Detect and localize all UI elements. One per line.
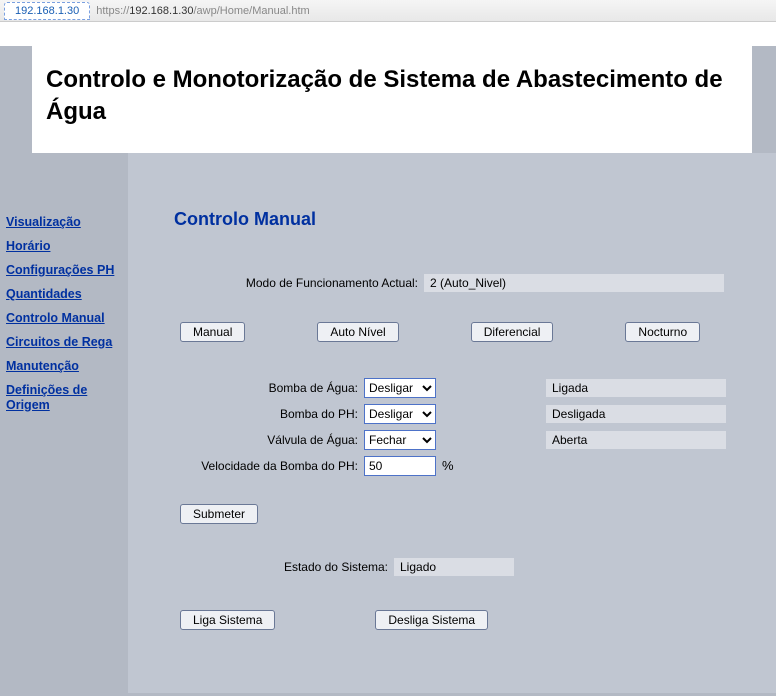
bomba-ph-label: Bomba do PH: — [174, 407, 364, 421]
bomba-ph-select[interactable]: Desligar — [364, 404, 436, 424]
url-bar[interactable]: https://192.168.1.30/awp/Home/Manual.htm — [96, 5, 309, 17]
bomba-agua-select[interactable]: Desligar — [364, 378, 436, 398]
bomba-agua-label: Bomba de Água: — [174, 381, 364, 395]
browser-tab[interactable]: 192.168.1.30 — [4, 2, 90, 20]
content-heading: Controlo Manual — [174, 209, 750, 230]
title-box: Controlo e Monotorização de Sistema de A… — [32, 46, 752, 153]
percent-suffix: % — [442, 458, 454, 473]
valvula-select[interactable]: Fechar — [364, 430, 436, 450]
sidebar-item-controlo-manual[interactable]: Controlo Manual — [6, 311, 124, 326]
valvula-label: Válvula de Água: — [174, 433, 364, 447]
velocidade-label: Velocidade da Bomba do PH: — [174, 459, 364, 473]
url-path: /awp/Home/Manual.htm — [194, 5, 310, 17]
submit-button[interactable]: Submeter — [180, 504, 258, 524]
browser-bar: 192.168.1.30 https://192.168.1.30/awp/Ho… — [0, 0, 776, 22]
sidebar-item-definicoes-origem[interactable]: Definições de Origem — [6, 383, 124, 413]
nocturno-button[interactable]: Nocturno — [625, 322, 700, 342]
velocidade-row: Velocidade da Bomba do PH: % — [174, 456, 750, 476]
url-prefix: https:// — [96, 5, 129, 17]
page-title: Controlo e Monotorização de Sistema de A… — [46, 64, 738, 129]
estado-label: Estado do Sistema: — [174, 560, 394, 574]
url-host: 192.168.1.30 — [129, 5, 193, 17]
sidebar: Visualização Horário Configurações PH Qu… — [0, 153, 128, 422]
tab-label: 192.168.1.30 — [15, 5, 79, 17]
manual-button[interactable]: Manual — [180, 322, 245, 342]
mode-buttons: Manual Auto Nível Diferencial Nocturno — [174, 322, 750, 342]
bomba-agua-status: Ligada — [546, 379, 726, 397]
modo-row: Modo de Funcionamento Actual: 2 (Auto_Ni… — [174, 274, 750, 292]
content: Controlo Manual Modo de Funcionamento Ac… — [128, 153, 776, 693]
estado-row: Estado do Sistema: Ligado — [174, 558, 750, 576]
diferencial-button[interactable]: Diferencial — [471, 322, 554, 342]
sidebar-item-circuitos-rega[interactable]: Circuitos de Rega — [6, 335, 124, 350]
sidebar-item-horario[interactable]: Horário — [6, 239, 124, 254]
bomba-ph-row: Bomba do PH: Desligar Desligada — [174, 404, 750, 424]
estado-value: Ligado — [394, 558, 514, 576]
valvula-row: Válvula de Água: Fechar Aberta — [174, 430, 750, 450]
modo-label: Modo de Funcionamento Actual: — [174, 276, 424, 290]
velocidade-input[interactable] — [364, 456, 436, 476]
desliga-sistema-button[interactable]: Desliga Sistema — [375, 610, 488, 630]
page: Controlo e Monotorização de Sistema de A… — [0, 46, 776, 696]
sidebar-item-visualizacao[interactable]: Visualização — [6, 215, 124, 230]
auto-nivel-button[interactable]: Auto Nível — [317, 322, 398, 342]
sidebar-item-manutencao[interactable]: Manutenção — [6, 359, 124, 374]
system-buttons: Liga Sistema Desliga Sistema — [174, 610, 750, 630]
valvula-status: Aberta — [546, 431, 726, 449]
modo-value: 2 (Auto_Nivel) — [424, 274, 724, 292]
liga-sistema-button[interactable]: Liga Sistema — [180, 610, 275, 630]
bomba-ph-status: Desligada — [546, 405, 726, 423]
sidebar-item-configuracoes-ph[interactable]: Configurações PH — [6, 263, 124, 278]
bomba-agua-row: Bomba de Água: Desligar Ligada — [174, 378, 750, 398]
sidebar-item-quantidades[interactable]: Quantidades — [6, 287, 124, 302]
